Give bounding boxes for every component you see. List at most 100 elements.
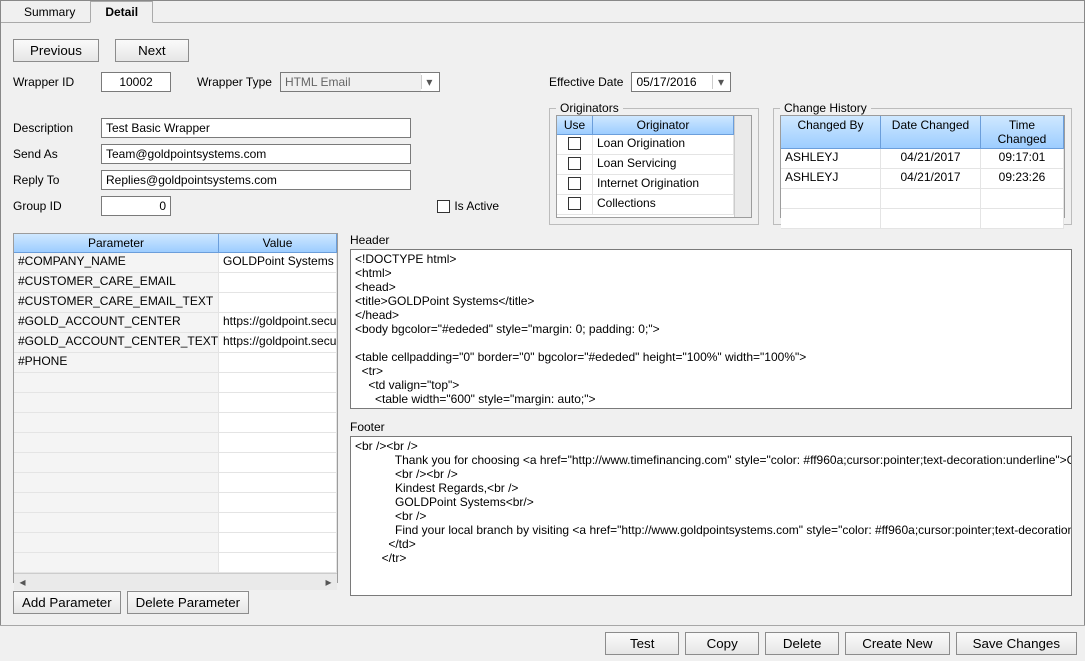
originators-grid[interactable]: Use Originator Loan OriginationLoan Serv… [556,115,752,218]
scroll-left-icon: ◂ [14,574,31,591]
wrapper-type-select[interactable]: ▾ [280,72,440,92]
parameter-row[interactable]: #COMPANY_NAMEGOLDPoint Systems [14,253,337,273]
parameter-row[interactable]: #CUSTOMER_CARE_EMAIL_TEXT [14,293,337,313]
footer-bar: Test Copy Delete Create New Save Changes [0,625,1085,661]
parameter-value-cell [219,293,337,312]
empty-row [781,189,1064,209]
originator-name: Collections [593,195,734,214]
originator-row[interactable]: Loan Origination [557,135,734,155]
ch-header-changed-by: Changed By [781,116,881,149]
parameter-name-cell: #GOLD_ACCOUNT_CENTER [14,313,219,332]
delete-parameter-button[interactable]: Delete Parameter [127,591,249,614]
chevron-down-icon: ▾ [421,75,437,89]
use-checkbox[interactable] [557,195,593,214]
parameter-row[interactable]: #GOLD_ACCOUNT_CENTERhttps://goldpoint.se… [14,313,337,333]
effective-date-label: Effective Date [549,75,623,89]
empty-row [14,493,337,513]
ch-header-time-changed: Time Changed [981,116,1064,149]
add-parameter-button[interactable]: Add Parameter [13,591,121,614]
originator-row[interactable]: Collections [557,195,734,215]
scrollbar[interactable] [734,116,751,217]
originator-row[interactable]: Internet Origination [557,175,734,195]
empty-row [14,413,337,433]
parameter-name-cell: #CUSTOMER_CARE_EMAIL [14,273,219,292]
originator-row[interactable]: Loan Servicing [557,155,734,175]
parameter-value-cell: GOLDPoint Systems [219,253,337,272]
send-as-label: Send As [13,147,93,161]
parameter-name-cell: #COMPANY_NAME [14,253,219,272]
parameter-value-cell: https://goldpoint.secure [219,313,337,332]
history-row[interactable]: ASHLEYJ04/21/201709:17:01 [781,149,1064,169]
empty-row [14,453,337,473]
scroll-right-icon: ▸ [320,574,337,591]
reply-to-field[interactable] [101,170,411,190]
group-id-field[interactable] [101,196,171,216]
empty-row [14,513,337,533]
change-history-legend: Change History [780,101,871,115]
chevron-down-icon: ▾ [712,75,728,89]
header-textarea[interactable] [350,249,1072,409]
use-checkbox[interactable] [557,175,593,194]
change-history-grid[interactable]: Changed By Date Changed Time Changed ASH… [780,115,1065,218]
empty-row [14,433,337,453]
wrapper-id-label: Wrapper ID [13,75,93,89]
empty-row [14,473,337,493]
originator-name: Loan Servicing [593,155,734,174]
originators-legend: Originators [556,101,623,115]
empty-row [14,533,337,553]
empty-row [14,393,337,413]
send-as-field[interactable] [101,144,411,164]
parameter-name-cell: #GOLD_ACCOUNT_CENTER_TEXT [14,333,219,352]
originators-header-originator: Originator [593,116,734,135]
description-field[interactable] [101,118,411,138]
header-label: Header [350,233,1072,247]
originators-group: Originators Use Originator Loan Originat… [549,108,759,225]
originator-name: Loan Origination [593,135,734,154]
parameter-name-cell: #PHONE [14,353,219,372]
scrollbar-horizontal[interactable]: ◂ ▸ [14,573,337,590]
empty-row [14,373,337,393]
wrapper-type-label: Wrapper Type [197,75,272,89]
time-changed-cell: 09:23:26 [981,169,1064,188]
save-changes-button[interactable]: Save Changes [956,632,1077,655]
history-row[interactable]: ASHLEYJ04/21/201709:23:26 [781,169,1064,189]
ch-header-date-changed: Date Changed [881,116,981,149]
parameter-value-cell [219,273,337,292]
change-history-group: Change History Changed By Date Changed T… [773,108,1072,225]
parameter-row[interactable]: #PHONE [14,353,337,373]
time-changed-cell: 09:17:01 [981,149,1064,168]
parameters-grid[interactable]: Parameter Value #COMPANY_NAMEGOLDPoint S… [13,233,338,583]
is-active-checkbox[interactable]: Is Active [437,199,499,213]
date-changed-cell: 04/21/2017 [881,169,981,188]
changed-by-cell: ASHLEYJ [781,149,881,168]
footer-textarea[interactable] [350,436,1072,596]
parameter-value-cell: https://goldpoint.secure [219,333,337,352]
parameter-row[interactable]: #CUSTOMER_CARE_EMAIL [14,273,337,293]
next-button[interactable]: Next [115,39,189,62]
date-changed-cell: 04/21/2017 [881,149,981,168]
tab-detail[interactable]: Detail [90,1,153,23]
copy-button[interactable]: Copy [685,632,759,655]
tab-strip: Summary Detail [1,1,1084,23]
use-checkbox[interactable] [557,135,593,154]
parameter-value-cell [219,353,337,372]
is-active-label: Is Active [454,199,499,213]
description-label: Description [13,121,93,135]
empty-row [781,209,1064,229]
previous-button[interactable]: Previous [13,39,99,62]
originator-name: Internet Origination [593,175,734,194]
parameter-name-cell: #CUSTOMER_CARE_EMAIL_TEXT [14,293,219,312]
effective-date-picker[interactable]: ▾ [631,72,731,92]
wrapper-id-field[interactable] [101,72,171,92]
param-header-parameter: Parameter [14,234,219,253]
delete-button[interactable]: Delete [765,632,839,655]
use-checkbox[interactable] [557,155,593,174]
parameter-row[interactable]: #GOLD_ACCOUNT_CENTER_TEXThttps://goldpoi… [14,333,337,353]
changed-by-cell: ASHLEYJ [781,169,881,188]
reply-to-label: Reply To [13,173,93,187]
create-new-button[interactable]: Create New [845,632,949,655]
tab-summary[interactable]: Summary [9,1,90,23]
group-id-label: Group ID [13,199,93,213]
footer-label: Footer [350,420,1072,434]
test-button[interactable]: Test [605,632,679,655]
